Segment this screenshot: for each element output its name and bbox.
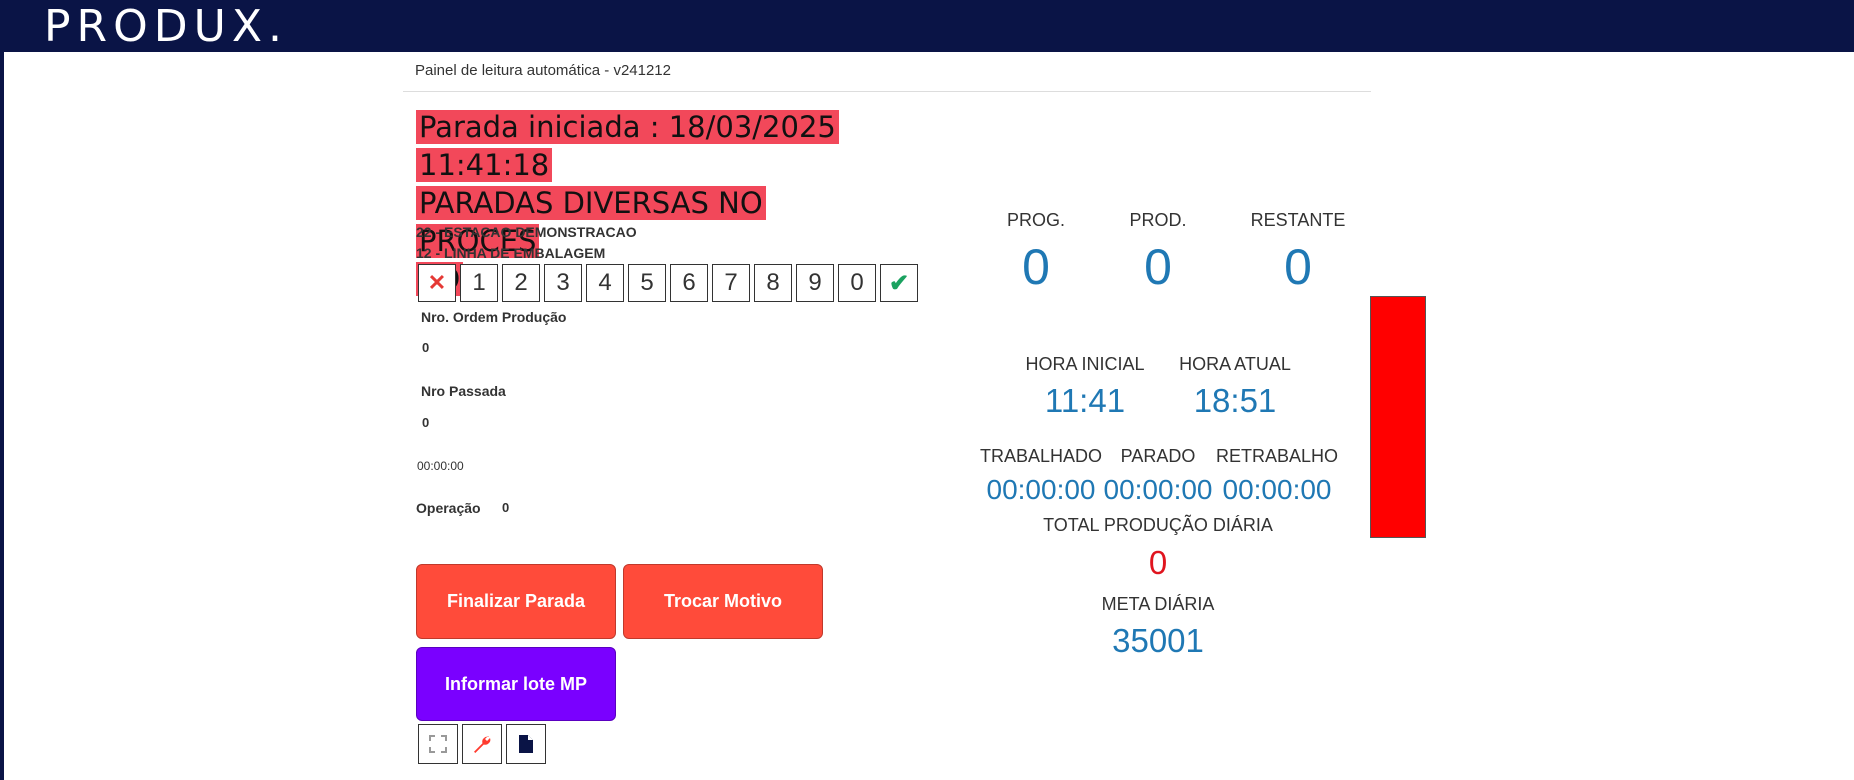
keypad: ✕ 1 2 3 4 5 6 7 8 9 0 ✔ (418, 264, 918, 302)
finalizar-parada-button[interactable]: Finalizar Parada (416, 564, 616, 639)
window-border (0, 0, 4, 780)
status-indicator (1370, 296, 1426, 538)
station-info: 22 - ESTACAO DEMONSTRACAO (416, 224, 637, 240)
passada-label: Nro Passada (421, 383, 506, 399)
wrench-icon (474, 736, 491, 753)
clear-key[interactable]: ✕ (418, 264, 456, 302)
prog-value: 0 (1022, 239, 1050, 295)
meta-diaria-label: META DIÁRIA (1101, 594, 1215, 614)
divider (403, 91, 1371, 92)
elapsed-time: 00:00:00 (417, 459, 464, 473)
key-0[interactable]: 0 (838, 264, 876, 302)
meta-diaria-value: 35001 (1112, 622, 1204, 659)
key-2[interactable]: 2 (502, 264, 540, 302)
hora-atual-value: 18:51 (1193, 382, 1277, 419)
prod-label: PROD. (1129, 210, 1187, 230)
retrabalho-value: 00:00:00 (1222, 474, 1332, 505)
key-7[interactable]: 7 (712, 264, 750, 302)
informar-lote-button[interactable]: Informar lote MP (416, 647, 616, 721)
document-icon (519, 735, 533, 753)
trocar-motivo-button[interactable]: Trocar Motivo (623, 564, 823, 639)
key-1[interactable]: 1 (460, 264, 498, 302)
key-6[interactable]: 6 (670, 264, 708, 302)
operacao-value: 0 (502, 500, 510, 515)
key-3[interactable]: 3 (544, 264, 582, 302)
operacao-label: Operação (416, 500, 481, 516)
passada-value: 0 (422, 415, 430, 430)
report-button[interactable] (506, 724, 546, 764)
alert-line-1: Parada iniciada : 18/03/2025 11:41:18 (416, 110, 839, 182)
panel-subtitle: Painel de leitura automática - v241212 (415, 62, 671, 79)
hora-inicial-value: 11:41 (1044, 382, 1126, 419)
restante-value: 0 (1284, 239, 1312, 295)
key-4[interactable]: 4 (586, 264, 624, 302)
fullscreen-icon (429, 735, 447, 753)
prog-label: PROG. (1006, 210, 1065, 230)
fullscreen-button[interactable] (418, 724, 458, 764)
total-producao-value: 0 (1148, 544, 1168, 581)
hora-inicial-label: HORA INICIAL (1025, 354, 1145, 374)
produx-logo: PRODUX. (44, 1, 288, 52)
restante-label: RESTANTE (1250, 210, 1346, 230)
confirm-key[interactable]: ✔ (880, 264, 918, 302)
total-producao-label: TOTAL PRODUÇÃO DIÁRIA (1043, 515, 1273, 535)
retrabalho-label: RETRABALHO (1215, 446, 1339, 466)
prod-value: 0 (1144, 239, 1172, 295)
settings-button[interactable] (462, 724, 502, 764)
key-8[interactable]: 8 (754, 264, 792, 302)
top-bar: PRODUX. (0, 0, 1854, 52)
ordem-value: 0 (422, 340, 430, 355)
hora-atual-label: HORA ATUAL (1179, 354, 1291, 374)
key-5[interactable]: 5 (628, 264, 666, 302)
key-9[interactable]: 9 (796, 264, 834, 302)
ordem-label: Nro. Ordem Produção (421, 309, 567, 325)
line-info: 12 - LINHA DE EMBALAGEM (416, 245, 606, 261)
